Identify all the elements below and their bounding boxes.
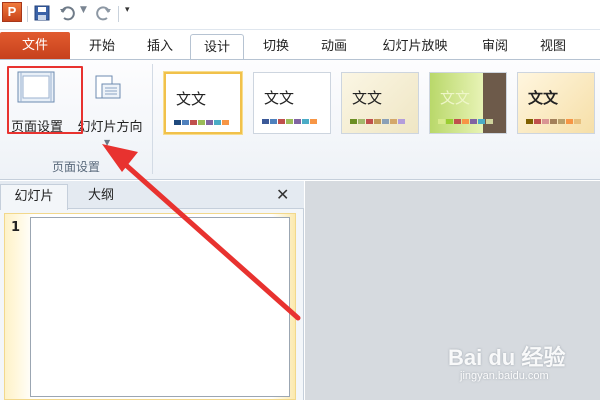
theme-swatch — [358, 119, 365, 124]
powerpoint-app-icon[interactable]: P — [2, 2, 22, 22]
watermark: Bai du 经验 jingyan.baidu.com — [448, 340, 598, 396]
dropdown-caret-icon[interactable]: ▼ — [104, 138, 110, 147]
theme-swatch — [446, 119, 453, 124]
undo-dropdown-icon[interactable]: ▼ — [80, 5, 87, 15]
theme-thumbnail[interactable]: 文文 — [164, 72, 242, 134]
slide-orientation-icon — [95, 75, 121, 99]
theme-swatch — [526, 119, 533, 124]
theme-swatch — [262, 119, 269, 124]
theme-swatch — [198, 120, 205, 125]
theme-swatch — [294, 119, 301, 124]
theme-sample-text: 文文 — [440, 89, 471, 107]
theme-thumbnail[interactable]: 文文 — [253, 72, 331, 134]
theme-sample-text: 文文 — [528, 89, 559, 107]
theme-swatch — [374, 119, 381, 124]
pane-tab-row: 幻灯片 大纲 ✕ — [0, 181, 304, 210]
theme-swatch — [398, 119, 405, 124]
theme-swatch — [182, 120, 189, 125]
theme-swatch — [174, 120, 181, 125]
close-icon[interactable]: ✕ — [276, 185, 289, 204]
theme-sample-text: 文文 — [264, 89, 295, 107]
undo-icon[interactable] — [58, 4, 76, 22]
customize-qat-icon[interactable]: ▾ — [125, 5, 130, 15]
theme-thumbnail[interactable]: 文文 — [517, 72, 595, 134]
slide-thumbnail-list[interactable]: 1 — [4, 213, 296, 400]
tab-animations[interactable]: 动画 — [308, 34, 360, 60]
qat-separator — [118, 6, 119, 22]
tab-transitions[interactable]: 切换 — [250, 34, 302, 60]
theme-swatch — [350, 119, 357, 124]
tab-insert[interactable]: 插入 — [134, 34, 186, 60]
theme-swatch — [278, 119, 285, 124]
theme-swatch — [382, 119, 389, 124]
theme-swatch — [190, 120, 197, 125]
theme-swatch — [214, 120, 221, 125]
theme-color-swatches — [262, 119, 318, 124]
watermark-url: jingyan.baidu.com — [460, 370, 549, 382]
theme-thumbnail[interactable]: 文文 — [429, 72, 507, 134]
qat-separator — [27, 6, 28, 22]
tab-outline[interactable]: 大纲 — [70, 184, 132, 210]
slides-pane: 幻灯片 大纲 ✕ 1 — [0, 181, 304, 400]
theme-swatch — [366, 119, 373, 124]
ribbon-panel: 页面设置 幻灯片方向 ▼ 页面设置 文文 文文 文文 文文 文文 — [0, 59, 600, 180]
tab-view[interactable]: 视图 — [528, 34, 578, 60]
theme-swatch — [478, 119, 485, 124]
theme-swatch — [486, 119, 493, 124]
ribbon-tab-row: 文件 开始 插入 设计 切换 动画 幻灯片放映 审阅 视图 — [0, 30, 600, 60]
theme-sample-text: 文文 — [352, 89, 383, 107]
theme-color-swatches — [438, 119, 494, 124]
page-setup-group-label: 页面设置 — [51, 160, 100, 174]
theme-swatch — [542, 119, 549, 124]
theme-thumbnail[interactable]: 文文 — [341, 72, 419, 134]
theme-swatch — [310, 119, 317, 124]
theme-swatch — [270, 119, 277, 124]
theme-swatch — [574, 119, 581, 124]
theme-sample-text: 文文 — [176, 90, 207, 108]
theme-swatch — [566, 119, 573, 124]
theme-swatch — [454, 119, 461, 124]
save-icon[interactable] — [33, 4, 51, 22]
theme-swatch — [286, 119, 293, 124]
slide-orientation-button[interactable]: 幻灯片方向 — [72, 66, 148, 140]
ribbon-group-separator — [152, 64, 153, 174]
theme-swatch — [206, 120, 213, 125]
theme-swatch — [302, 119, 309, 124]
theme-swatch — [438, 119, 445, 124]
tab-slideshow[interactable]: 幻灯片放映 — [370, 34, 460, 60]
theme-swatch — [558, 119, 565, 124]
slide-number: 1 — [11, 220, 21, 235]
theme-swatch — [462, 119, 469, 124]
tab-home[interactable]: 开始 — [76, 34, 128, 60]
watermark-brand: Bai du 经验 — [448, 345, 566, 370]
redo-icon[interactable] — [95, 4, 113, 22]
tab-design[interactable]: 设计 — [190, 34, 244, 60]
slide-thumbnail[interactable] — [30, 217, 290, 397]
theme-color-swatches — [350, 119, 406, 124]
theme-swatch — [534, 119, 541, 124]
theme-swatch — [390, 119, 397, 124]
tab-review[interactable]: 审阅 — [470, 34, 520, 60]
tab-file[interactable]: 文件 — [0, 32, 70, 60]
quick-access-toolbar: P ▼ ▾ — [0, 0, 600, 30]
theme-swatch — [550, 119, 557, 124]
theme-color-swatches — [526, 119, 582, 124]
theme-swatch — [470, 119, 477, 124]
tab-slides[interactable]: 幻灯片 — [0, 184, 68, 210]
theme-color-swatches — [174, 120, 230, 125]
slide-orientation-label: 幻灯片方向 — [77, 120, 143, 135]
annotation-highlight-box — [7, 66, 83, 134]
theme-swatch — [222, 120, 229, 125]
